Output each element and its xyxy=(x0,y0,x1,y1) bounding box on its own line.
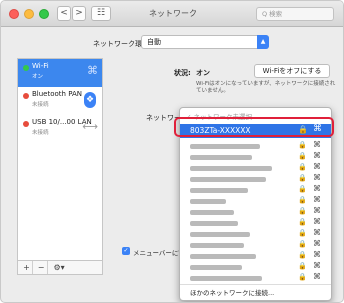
ethernet-icon: ⟷ xyxy=(82,120,98,133)
lock-icon: 🔒 xyxy=(298,152,307,160)
turn-wifi-off-button[interactable]: Wi-Fiをオフにする xyxy=(254,64,330,78)
wifi-signal-icon: ⌘ xyxy=(313,239,321,248)
wifi-signal-icon: ⌘ xyxy=(313,217,321,226)
lock-icon: 🔒 xyxy=(298,207,307,215)
wifi-signal-icon: ⌘ xyxy=(313,140,321,149)
network-option[interactable]: 🔒 ⌘ xyxy=(180,173,331,185)
network-option[interactable]: 🔒 ⌘ xyxy=(180,206,331,218)
network-option[interactable]: 🔒 ⌘ xyxy=(180,140,331,152)
wifi-signal-icon: ⌘ xyxy=(313,261,321,270)
network-option[interactable]: 🔒 ⌘ xyxy=(180,184,331,196)
wifi-signal-icon: ⌘ xyxy=(313,228,321,237)
wifi-signal-icon: ⌘ xyxy=(313,272,321,281)
wifi-signal-icon: ⌘ xyxy=(313,184,321,193)
service-list: Wi-Fi オン ⌘ Bluetooth PAN 未接続 ❖ USB 10/..… xyxy=(17,58,103,261)
bluetooth-icon: ❖ xyxy=(84,92,96,108)
show-in-menu-bar-checkbox[interactable]: ✓ xyxy=(122,247,130,255)
lock-icon: 🔒 xyxy=(298,196,307,204)
lock-icon: 🔒 xyxy=(298,240,307,248)
lock-icon: 🔒 xyxy=(298,185,307,193)
network-option[interactable]: 🔒 ⌘ xyxy=(180,195,331,207)
chevron-updown-icon: ▲ xyxy=(257,35,269,49)
lock-icon: 🔒 xyxy=(298,174,307,182)
wifi-icon: ⌘ xyxy=(87,64,98,77)
add-service-button[interactable]: + xyxy=(21,261,33,274)
network-option[interactable]: 🔒 ⌘ xyxy=(180,217,331,229)
status-dot xyxy=(23,65,29,71)
lock-icon: 🔒 xyxy=(298,218,307,226)
service-name: Wi-Fi xyxy=(32,62,49,70)
callout-highlight-frame xyxy=(174,117,334,137)
wifi-signal-icon: ⌘ xyxy=(313,250,321,259)
blurred-ssid xyxy=(190,265,242,270)
wifi-signal-icon: ⌘ xyxy=(313,173,321,182)
lock-icon: 🔒 xyxy=(298,229,307,237)
location-value: 自動 xyxy=(147,38,161,46)
search-input[interactable]: Q 検索 xyxy=(256,7,334,21)
network-preferences-window: < > ☷ ネットワーク Q 検索 ネットワーク環境: 自動 ▲ Wi-Fi オ… xyxy=(0,0,344,303)
status-description: Wi-Fiはオンになっていますが、ネットワークに接続されていません。 xyxy=(196,81,336,94)
wifi-signal-icon: ⌘ xyxy=(313,162,321,171)
lock-icon: 🔒 xyxy=(298,273,307,281)
blurred-ssid xyxy=(190,254,256,259)
blurred-ssid xyxy=(190,276,262,281)
gear-icon[interactable]: ⚙▾ xyxy=(50,261,68,274)
lock-icon: 🔒 xyxy=(298,141,307,149)
service-status: オン xyxy=(32,74,44,80)
service-item-usb-lan[interactable]: USB 10/...00 LAN 未接続 ⟷ xyxy=(18,115,102,143)
blurred-ssid xyxy=(190,232,250,237)
blurred-ssid xyxy=(190,210,234,215)
blurred-ssid xyxy=(190,177,266,182)
blurred-ssid xyxy=(190,155,252,160)
network-option[interactable]: 🔒 ⌘ xyxy=(180,239,331,251)
blurred-ssid xyxy=(190,166,272,171)
service-item-wifi[interactable]: Wi-Fi オン ⌘ xyxy=(18,59,102,87)
network-option[interactable]: 🔒 ⌘ xyxy=(180,261,331,273)
service-item-bluetooth[interactable]: Bluetooth PAN 未接続 ❖ xyxy=(18,87,102,115)
wifi-signal-icon: ⌘ xyxy=(313,151,321,160)
network-option[interactable]: 🔒 ⌘ xyxy=(180,162,331,174)
remove-service-button[interactable]: − xyxy=(36,261,48,274)
service-toolbar: + − ⚙▾ xyxy=(17,261,103,275)
service-name: Bluetooth PAN xyxy=(32,90,83,98)
status-label: 状況: xyxy=(174,69,191,77)
location-select[interactable]: 自動 ▲ xyxy=(141,35,269,49)
network-option[interactable]: 🔒 ⌘ xyxy=(180,250,331,262)
lock-icon: 🔒 xyxy=(298,251,307,259)
network-option[interactable]: 🔒 ⌘ xyxy=(180,151,331,163)
lock-icon: 🔒 xyxy=(298,163,307,171)
lock-icon: 🔒 xyxy=(298,262,307,270)
wifi-signal-icon: ⌘ xyxy=(313,195,321,204)
status-dot xyxy=(23,121,29,127)
network-option[interactable]: 🔒 ⌘ xyxy=(180,272,331,284)
blurred-ssid xyxy=(190,188,248,193)
status-value: オン xyxy=(196,69,210,77)
dropdown-separator xyxy=(180,284,331,285)
titlebar: < > ☷ ネットワーク Q 検索 xyxy=(1,1,343,27)
blurred-ssid xyxy=(190,221,238,226)
wifi-signal-icon: ⌘ xyxy=(313,206,321,215)
join-other-network-option[interactable]: ほかのネットワークに接続... xyxy=(190,287,274,297)
service-status: 未接続 xyxy=(32,102,49,108)
service-status: 未接続 xyxy=(32,130,49,136)
blurred-ssid xyxy=(190,243,244,248)
blurred-ssid xyxy=(190,199,226,204)
status-dot xyxy=(23,93,29,99)
network-option[interactable]: 🔒 ⌘ xyxy=(180,228,331,240)
blurred-ssid xyxy=(190,144,260,149)
